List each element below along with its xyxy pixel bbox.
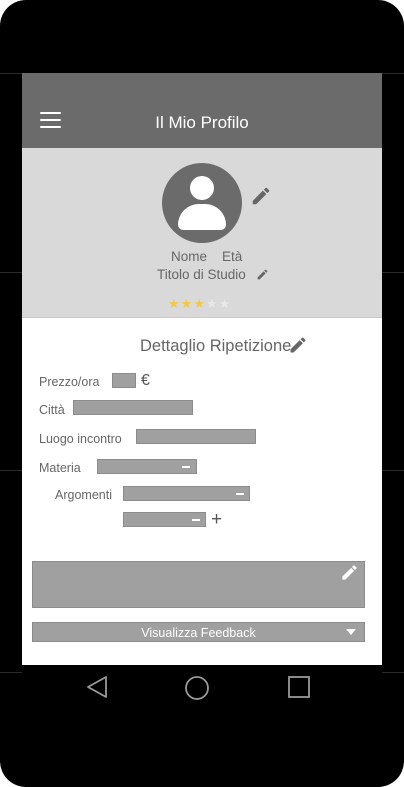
topic-field[interactable] <box>123 512 206 527</box>
frame-divider <box>0 470 22 471</box>
subject-field[interactable] <box>97 459 197 474</box>
home-icon[interactable] <box>184 675 210 701</box>
price-field[interactable] <box>112 373 136 388</box>
frame-divider <box>382 272 404 273</box>
description-box[interactable] <box>32 561 365 608</box>
city-label: Città <box>39 403 65 417</box>
app-bar: Il Mio Profilo <box>22 73 382 148</box>
price-label: Prezzo/ora <box>39 375 100 389</box>
profile-header: Nome Età Titolo di Studio ★★★★★ <box>22 148 382 318</box>
frame-divider <box>0 272 22 273</box>
topic-field[interactable] <box>123 486 250 501</box>
add-topic-button[interactable]: + <box>211 510 222 529</box>
feedback-label: Visualizza Feedback <box>141 626 256 640</box>
frame-divider <box>382 73 404 74</box>
city-field[interactable] <box>73 400 193 415</box>
remove-icon[interactable] <box>236 493 244 495</box>
phone-frame: Il Mio Profilo Nome Età Titolo di Studio… <box>0 0 404 787</box>
star-icon: ★ <box>168 296 181 311</box>
edit-details-pencil-icon[interactable] <box>288 335 308 355</box>
place-field[interactable] <box>136 429 256 444</box>
chevron-down-icon <box>346 629 356 635</box>
back-icon[interactable] <box>85 675 109 699</box>
frame-divider <box>382 672 404 673</box>
star-icon: ★ <box>205 296 219 311</box>
frame-divider <box>382 470 404 471</box>
degree-label: Titolo di Studio <box>157 267 246 282</box>
page-title: Il Mio Profilo <box>155 113 249 132</box>
frame-divider <box>0 73 22 74</box>
name-label: Nome <box>171 249 208 264</box>
remove-icon[interactable] <box>192 519 200 521</box>
rating-stars: ★★★★★ <box>168 296 231 312</box>
app-screen: Il Mio Profilo Nome Età Titolo di Studio… <box>22 73 382 665</box>
place-label: Luogo incontro <box>39 432 122 446</box>
person-icon[interactable] <box>162 163 242 243</box>
edit-degree-pencil-icon[interactable] <box>256 268 269 281</box>
remove-icon[interactable] <box>182 466 190 468</box>
star-icon: ★ <box>193 296 206 311</box>
feedback-dropdown[interactable]: Visualizza Feedback <box>32 622 365 642</box>
currency-symbol: € <box>141 372 150 389</box>
frame-divider <box>0 672 22 673</box>
edit-description-pencil-icon[interactable] <box>340 563 359 582</box>
subject-label: Materia <box>39 461 81 475</box>
age-label: Età <box>222 249 243 264</box>
topics-label: Argomenti <box>55 488 112 502</box>
section-title: Dettaglio Ripetizione <box>140 337 292 355</box>
edit-profile-pencil-icon[interactable] <box>250 185 272 207</box>
star-icon: ★ <box>218 296 232 311</box>
star-icon: ★ <box>180 296 194 311</box>
recents-icon[interactable] <box>287 675 311 699</box>
